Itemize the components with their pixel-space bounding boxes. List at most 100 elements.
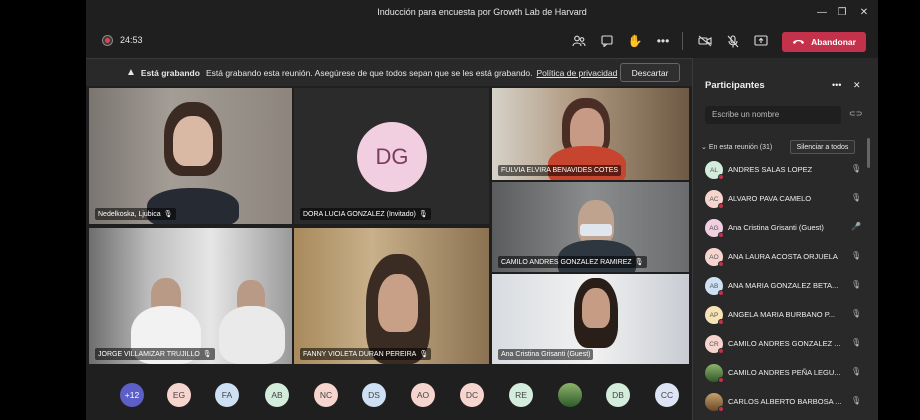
video-tile[interactable]: JORGE VILLAMIZAR TRUJILLO 🎙 [89,228,292,364]
mute-all-button[interactable]: Silenciar a todos [790,140,855,154]
scrollbar[interactable] [867,138,870,168]
participant-name: ANA MARIA GONZALEZ BETA... [728,281,839,290]
status-icon [718,203,724,209]
avatar[interactable]: DC [460,383,484,407]
mic-off-icon: 🎙 [419,351,429,358]
video-tile[interactable]: Ana Cristina Grisanti (Guest) [492,274,689,364]
participant-name: CAMILO ANDRES PEÑA LEGU... [728,368,841,377]
avatar-initials: AP [709,311,719,319]
camera-off-icon[interactable] [696,32,714,50]
mic-off-icon: 🎙 [202,351,212,358]
chat-icon[interactable] [598,32,616,50]
avatar-initials: AC [709,195,719,203]
toolbar-divider [682,32,683,50]
avatar: AP [705,306,724,325]
video-tile[interactable]: CAMILO ANDRES GONZALEZ RAMIREZ 🎙 [492,182,689,272]
participant-name-label: Nedelkoska, Ljubica 🎙 [95,208,176,220]
participants-icon[interactable] [570,32,588,50]
avatar-initials: AO [709,253,719,261]
participant-name: ALVARO PAVA CAMELO [728,194,812,203]
avatar-photo[interactable] [558,383,582,407]
participant-row[interactable]: AG Ana Cristina Grisanti (Guest) 🎤 [705,218,865,238]
avatar: AL [705,161,724,180]
participant-video [582,288,610,328]
close-icon[interactable]: ✕ [853,80,861,91]
avatar: AO [705,248,724,267]
meeting-toolbar: 24:53 ✋ ••• Abandonar [86,24,878,58]
participant-video [219,306,285,364]
window-title: Inducción para encuesta por Growth Lab d… [377,7,587,17]
status-icon [718,232,724,238]
avatar[interactable]: CC [655,383,679,407]
status-icon [718,406,724,412]
mic-off-icon: 🎙 [851,164,862,173]
participant-name: JORGE VILLAMIZAR TRUJILLO [98,351,200,358]
video-tile[interactable]: FANNY VIOLETA DURAN PEREIRA 🎙 [294,228,489,364]
mic-off-icon: 🎙 [851,396,862,405]
participant-name: DORA LUCIA GONZALEZ (Invitado) [303,211,416,218]
participant-row[interactable]: AO ANA LAURA ACOSTA ORJUELA 🎙 [705,247,865,267]
participant-name: Ana Cristina Grisanti (Guest) [728,223,824,232]
avatar[interactable]: DS [362,383,386,407]
avatar: AB [705,277,724,296]
avatar[interactable]: NC [314,383,338,407]
video-tile[interactable]: FULVIA ELVIRA BENAVIDES COTES [492,88,689,180]
participant-name: Ana Cristina Grisanti (Guest) [501,351,591,358]
video-tile[interactable]: Nedelkoska, Ljubica 🎙 [89,88,292,224]
participant-row[interactable]: AB ANA MARIA GONZALEZ BETA... 🎙 [705,276,865,296]
mic-off-icon: 🎙 [851,280,862,289]
raise-hand-icon[interactable]: ✋ [626,32,644,50]
status-icon [718,319,724,325]
mic-off-icon[interactable] [724,32,742,50]
maximize-button[interactable]: ❐ [830,0,854,24]
participant-row[interactable]: CAMILO ANDRES PEÑA LEGU... 🎙 [705,363,865,383]
avatar-initials: AL [710,166,718,174]
avatar: AC [705,190,724,209]
avatar-initials: AG [709,224,719,232]
avatar[interactable]: EG [167,383,191,407]
avatar[interactable]: AO [411,383,435,407]
more-options-icon[interactable]: ••• [654,32,672,50]
participant-name-label: Ana Cristina Grisanti (Guest) [498,349,594,360]
participant-row[interactable]: CR CAMILO ANDRES GONZALEZ ... 🎙 [705,334,865,354]
mic-off-icon: 🎙 [851,367,862,376]
close-window-button[interactable]: ✕ [852,0,876,24]
participant-name: FANNY VIOLETA DURAN PEREIRA [303,351,417,358]
participant-row[interactable]: AP ANGELA MARIA BURBANO P... 🎙 [705,305,865,325]
meeting-timer: 24:53 [120,35,143,45]
search-participants-input[interactable]: Escribe un nombre [705,106,841,124]
avatar[interactable]: RE [509,383,533,407]
share-invite-icon[interactable]: ⊂⊃ [849,109,862,118]
more-participants-chip[interactable]: +12 [120,383,144,407]
participant-name: Nedelkoska, Ljubica [98,211,161,218]
panel-more-icon[interactable]: ••• [832,80,841,90]
leave-label: Abandonar [811,37,856,47]
video-tile[interactable]: DG DORA LUCIA GONZALEZ (Invitado) 🎙 [294,88,489,224]
section-header[interactable]: ⌄ En esta reunión (31) [701,143,772,151]
status-icon [718,261,724,267]
dismiss-button[interactable]: Descartar [620,63,680,82]
share-screen-icon[interactable] [752,32,770,50]
avatar[interactable]: FA [215,383,239,407]
participant-row[interactable]: AL ANDRES SALAS LOPEZ 🎙 [705,160,865,180]
participant-video [378,274,418,332]
avatar[interactable]: AB [265,383,289,407]
participant-row[interactable]: AC ALVARO PAVA CAMELO 🎙 [705,189,865,209]
status-icon [718,174,724,180]
participant-name: ANGELA MARIA BURBANO P... [728,310,835,319]
leave-meeting-button[interactable]: Abandonar [782,32,866,52]
participant-strip: +12 EG FA AB NC DS AO DC RE DB CC [86,366,692,420]
participant-row[interactable]: CARLOS ALBERTO BARBOSA ... 🎙 [705,392,865,412]
participant-name-label: JORGE VILLAMIZAR TRUJILLO 🎙 [95,348,215,360]
mic-off-icon: 🎙 [418,211,428,218]
recording-indicator-icon [103,36,112,45]
status-icon [718,290,724,296]
mic-off-icon: 🎙 [851,193,862,202]
privacy-policy-link[interactable]: Política de privacidad [537,68,618,78]
mic-off-icon: 🎙 [851,251,862,260]
participant-name: CARLOS ALBERTO BARBOSA ... [728,397,842,406]
mic-off-icon: 🎙 [634,259,644,266]
avatar: CR [705,335,724,354]
participant-video [173,116,213,166]
avatar[interactable]: DB [606,383,630,407]
